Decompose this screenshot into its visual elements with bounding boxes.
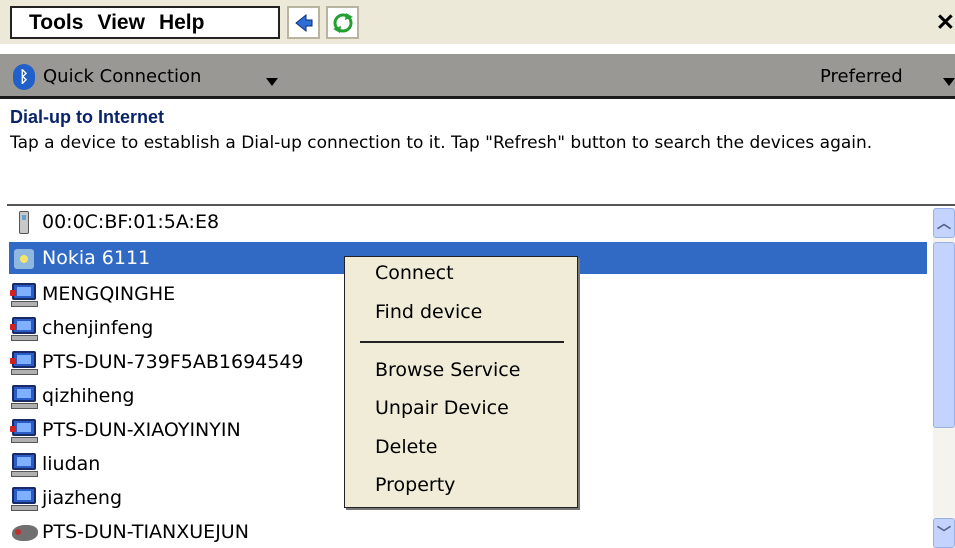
context-menu: Connect Find device Browse Service Unpai… <box>344 256 578 508</box>
device-row[interactable]: PTS-DUN-TIANXUEJUN <box>9 516 927 548</box>
page-title: Dial-up to Internet <box>10 107 164 127</box>
device-name: PTS-DUN-739F5AB1694549 <box>42 351 304 373</box>
computer-icon <box>11 451 38 478</box>
close-button[interactable]: ✕ <box>936 9 955 36</box>
device-icon <box>11 245 38 272</box>
refresh-icon <box>332 12 353 33</box>
bluetooth-icon: ᛒ <box>13 64 35 90</box>
device-name: MENGQINGHE <box>42 283 176 305</box>
menu-view[interactable]: View <box>83 11 144 35</box>
menu-separator <box>360 341 564 343</box>
menu-group: Tools View Help <box>10 6 280 39</box>
chevron-down-icon: ﹀ <box>937 526 951 542</box>
menu-bar: Tools View Help ✕ <box>0 0 955 44</box>
page-description: Tap a device to establish a Dial-up conn… <box>10 133 873 153</box>
back-button[interactable] <box>287 6 320 39</box>
menu-item-property[interactable]: Property <box>375 474 455 496</box>
refresh-button[interactable] <box>326 6 359 39</box>
device-name: qizhiheng <box>42 385 135 407</box>
menu-help[interactable]: Help <box>145 11 205 35</box>
device-name: PTS-DUN-XIAOYINYIN <box>42 419 241 441</box>
computer-icon <box>11 485 38 512</box>
preferred-dropdown-icon[interactable] <box>943 78 955 86</box>
chevron-up-icon: ︿ <box>937 216 951 232</box>
quick-connection-label[interactable]: Quick Connection <box>43 66 201 87</box>
preferred-label[interactable]: Preferred <box>820 66 903 87</box>
bird-icon <box>11 519 38 546</box>
device-name: jiazheng <box>42 487 123 509</box>
menu-item-delete[interactable]: Delete <box>375 436 437 458</box>
phone-icon <box>11 209 38 236</box>
device-name: PTS-DUN-TIANXUEJUN <box>42 521 249 543</box>
menu-item-browse-service[interactable]: Browse Service <box>375 359 520 381</box>
quick-connection-dropdown-icon[interactable] <box>266 78 278 86</box>
back-arrow-icon <box>294 13 312 32</box>
device-name: Nokia 6111 <box>42 247 151 269</box>
computer-icon <box>10 349 38 376</box>
computer-icon <box>10 281 38 308</box>
device-name: chenjinfeng <box>42 317 154 339</box>
scroll-up-button[interactable]: ︿ <box>933 208 955 238</box>
scrollbar[interactable]: ︿ ﹀ <box>933 208 955 548</box>
menu-tools[interactable]: Tools <box>12 11 83 35</box>
menu-item-connect[interactable]: Connect <box>375 262 454 284</box>
computer-icon <box>10 417 38 444</box>
menu-item-unpair-device[interactable]: Unpair Device <box>375 397 509 419</box>
computer-icon <box>10 315 38 342</box>
menu-item-find-device[interactable]: Find device <box>375 301 482 323</box>
device-name: 00:0C:BF:01:5A:E8 <box>42 211 220 233</box>
scroll-down-button[interactable]: ﹀ <box>933 518 955 548</box>
device-row[interactable]: 00:0C:BF:01:5A:E8 <box>9 206 927 238</box>
quick-connection-bar: ᛒ Quick Connection Preferred <box>0 54 955 99</box>
device-name: liudan <box>42 453 101 475</box>
scrollbar-thumb[interactable] <box>933 242 955 428</box>
computer-icon <box>11 383 38 410</box>
